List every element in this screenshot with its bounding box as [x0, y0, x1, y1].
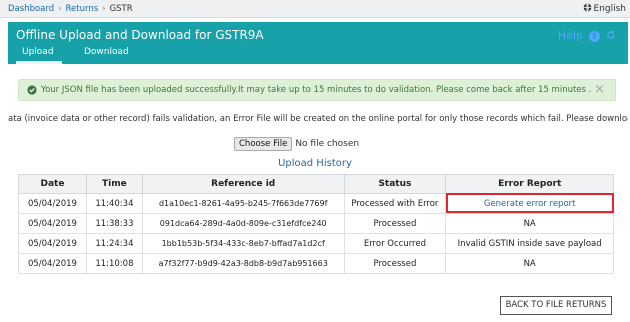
page-header: Offline Upload and Download for GSTR9A H… [8, 22, 628, 64]
cell-date: 05/04/2019 [18, 233, 87, 254]
success-alert: Your JSON file has been uploaded success… [18, 79, 616, 101]
column-header-date: Date [18, 174, 87, 194]
upload-history-title: Upload History [278, 158, 352, 169]
cell-status: Processed [343, 253, 447, 274]
breadcrumb-dashboard[interactable]: Dashboard [8, 4, 54, 14]
cell-reference-id: d1a10ec1-8261-4a95-b245-7f663de7769f [141, 193, 345, 214]
cell-reference-id: 091dca64-289d-4a0d-809e-c31efdfce240 [141, 213, 345, 234]
breadcrumb-separator: › [58, 4, 62, 14]
table-row: 05/04/2019 11:40:34 d1a10ec1-8261-4a95-b… [18, 193, 614, 214]
table-header-row: Date Time Reference id Status Error Repo… [18, 174, 614, 194]
cell-time: 11:10:08 [85, 253, 143, 274]
cell-error-report: NA [445, 213, 614, 234]
cell-status: Processed with Error [343, 193, 447, 214]
table-row: 05/04/2019 11:10:08 a7f32f77-b9d9-42a3-8… [18, 253, 614, 274]
cell-reference-id: 1bb1b53b-5f34-433c-8eb7-bffad7a1d2cf [141, 233, 345, 254]
refresh-icon[interactable] [606, 30, 616, 40]
generate-error-report-link[interactable]: Generate error report [484, 199, 576, 209]
globe-icon [583, 3, 591, 12]
cell-error-report: Invalid GSTIN inside save payload [445, 233, 614, 254]
column-header-time: Time [85, 174, 143, 194]
cell-date: 05/04/2019 [18, 213, 87, 234]
help-label: Help [557, 29, 583, 42]
table-row: 05/04/2019 11:38:33 091dca64-289d-4a0d-8… [18, 213, 614, 234]
back-to-file-returns-button[interactable]: BACK TO FILE RETURNS [500, 296, 612, 315]
help-link[interactable]: Help ? [558, 29, 616, 42]
question-icon: ? [588, 31, 600, 42]
cell-date: 05/04/2019 [18, 193, 87, 214]
cell-time: 11:24:34 [85, 233, 143, 254]
column-header-error-report: Error Report [445, 174, 614, 194]
table-row: 05/04/2019 11:24:34 1bb1b53b-5f34-433c-8… [18, 233, 614, 254]
close-icon[interactable]: × [594, 83, 605, 97]
info-text: ata (invoice data or other record) fails… [8, 114, 628, 124]
cell-time: 11:40:34 [85, 193, 143, 214]
cell-error-report: Generate error report [445, 193, 614, 214]
cell-reference-id: a7f32f77-b9d9-42a3-8db8-b9d7ab951663 [141, 253, 345, 274]
breadcrumb-current: GSTR [109, 4, 133, 14]
cell-status: Error Occurred [343, 233, 447, 254]
file-upload: Choose File No file chosen [234, 137, 359, 151]
active-tab-indicator [16, 61, 62, 64]
alert-message: Your JSON file has been uploaded success… [41, 85, 592, 95]
breadcrumb-separator: › [102, 4, 106, 14]
check-circle-icon [27, 85, 37, 95]
breadcrumb: Dashboard › Returns › GSTR [8, 4, 133, 14]
cell-status: Processed [343, 213, 447, 234]
cell-error-report: NA [445, 253, 614, 274]
breadcrumb-bar: Dashboard › Returns › GSTR English [0, 0, 630, 18]
file-status: No file chosen [295, 139, 360, 149]
choose-file-button[interactable]: Choose File [234, 137, 293, 151]
cell-date: 05/04/2019 [18, 253, 87, 274]
language-label: English [593, 4, 627, 14]
language-selector[interactable]: English [583, 3, 627, 14]
upload-history-table: Date Time Reference id Status Error Repo… [18, 174, 614, 274]
tab-download[interactable]: Download [84, 47, 129, 57]
page-title: Offline Upload and Download for GSTR9A [16, 28, 264, 42]
cell-time: 11:38:33 [85, 213, 143, 234]
column-header-reference-id: Reference id [141, 174, 345, 194]
column-header-status: Status [343, 174, 447, 194]
tab-upload[interactable]: Upload [16, 47, 62, 57]
breadcrumb-returns[interactable]: Returns [66, 4, 99, 14]
